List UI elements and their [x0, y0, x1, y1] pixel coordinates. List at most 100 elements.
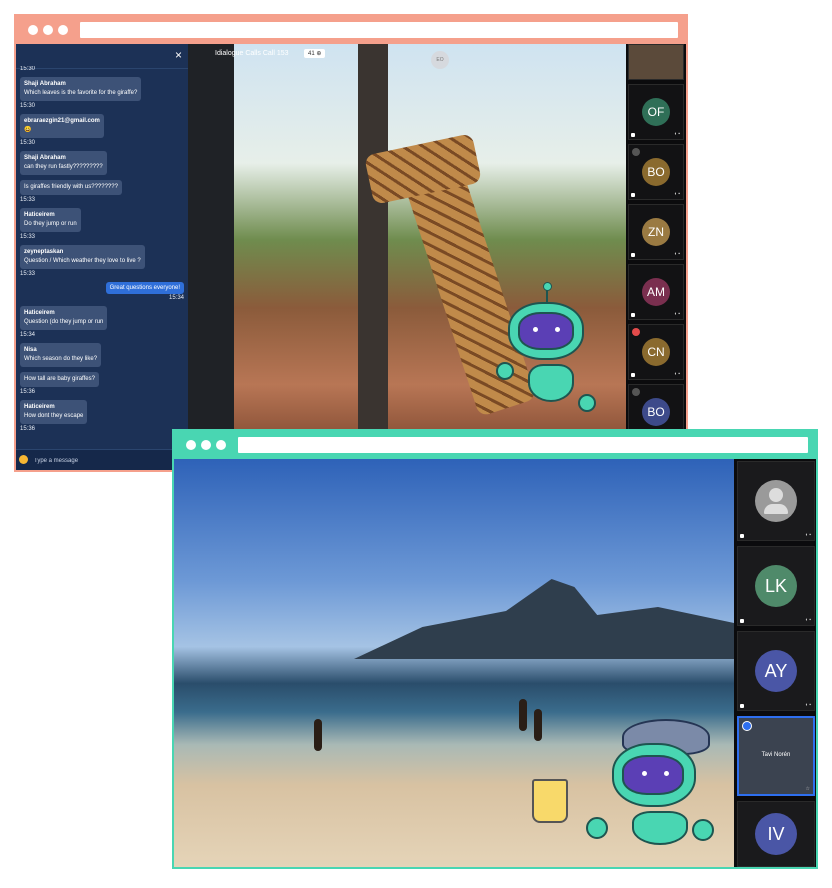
message-time: 15:33: [20, 234, 36, 240]
robot-eye: [642, 771, 647, 776]
participant-avatar: ZN: [642, 218, 670, 246]
window-dot-icon[interactable]: [28, 25, 38, 35]
star-icon: ☆: [805, 786, 810, 792]
status-icon: [631, 133, 635, 137]
chat-message: ebraraezgin21@gmail.com 😀 15:30: [20, 111, 184, 146]
message-time: 15:34: [20, 332, 36, 338]
self-avatar[interactable]: EO: [431, 51, 449, 69]
status-icon: [631, 313, 635, 317]
participant-avatar: AM: [642, 278, 670, 306]
robot-hand: [578, 394, 596, 412]
default-user-icon: [755, 480, 797, 522]
camera-icon: [742, 721, 752, 731]
chat-message: Haticeirem Question (do they jump or run…: [20, 303, 184, 338]
window-controls[interactable]: [186, 440, 226, 450]
participant-count-badge[interactable]: 41 ⊕: [304, 49, 326, 58]
window-dot-icon[interactable]: [43, 25, 53, 35]
window-titlebar: [174, 431, 816, 459]
message-sender: Shaji Abraham: [24, 155, 66, 161]
status-icon: [631, 193, 635, 197]
status-icon: [631, 373, 635, 377]
mic-icon: [632, 388, 640, 396]
participant-tile[interactable]: OF ◖ ▪: [628, 84, 684, 140]
window-dot-icon[interactable]: [201, 440, 211, 450]
message-sender: Haticeirem: [24, 404, 55, 410]
status-icon: [740, 704, 744, 708]
beach-person: [534, 709, 542, 741]
chat-input-bar: [16, 449, 188, 470]
message-bubble: Shaji Abraham Which leaves is the favori…: [20, 77, 142, 101]
robot-hand: [496, 362, 514, 380]
emoji-icon[interactable]: [19, 455, 28, 464]
close-chat-icon[interactable]: ×: [175, 48, 182, 62]
robot-eye: [664, 771, 669, 776]
participant-tile[interactable]: LK ◖ ▪: [737, 546, 815, 626]
tile-controls-icon: ◖ ▪: [673, 311, 680, 317]
address-bar[interactable]: [80, 22, 678, 38]
mountain-silhouette: [354, 579, 734, 659]
window-dot-icon[interactable]: [186, 440, 196, 450]
robot-body: [632, 811, 688, 845]
participant-strip: OF ◖ ▪ BO ◖ ▪ ZN ◖ ▪ AM ◖ ▪ CN ◖ ▪ BO: [626, 44, 686, 470]
status-icon: [740, 619, 744, 623]
window-controls[interactable]: [28, 25, 68, 35]
message-sender: Haticeirem: [24, 310, 55, 316]
chat-message: Shaji Abraham can they run fastly???????…: [20, 148, 184, 177]
participant-avatar: CN: [642, 338, 670, 366]
message-bubble: ebraraezgin21@gmail.com 😀: [20, 114, 104, 138]
participant-tile[interactable]: AM ◖ ▪: [628, 264, 684, 320]
video-pillar: [188, 44, 234, 470]
tile-controls-icon: ◖ ▪: [673, 371, 680, 377]
my-chat-message: Great questions everyone! 15:34: [20, 279, 184, 301]
message-time: 15:33: [20, 271, 36, 277]
message-bubble: Haticeirem How dont they escape: [20, 400, 88, 424]
address-bar[interactable]: [238, 437, 808, 453]
robot-mascot: [584, 719, 724, 859]
message-time: 15:33: [20, 197, 36, 203]
message-text: How dont they escape: [24, 413, 84, 419]
message-sender: Shaji Abraham: [24, 81, 66, 87]
chat-message: Nisa Which season do they like?: [20, 340, 184, 369]
message-text: 😀: [24, 127, 32, 133]
message-time: 15:30: [20, 66, 36, 72]
chat-message-list: 15:30 Shaji Abraham Which leaves is the …: [16, 66, 188, 450]
participant-tile[interactable]: BO ◖ ▪: [628, 144, 684, 200]
participant-tile[interactable]: IV: [737, 801, 815, 867]
window-titlebar: [16, 16, 686, 44]
message-text: Is giraffes friendly with us????????: [24, 184, 118, 190]
status-icon: [740, 534, 744, 538]
chat-message: Haticeirem Do they jump or run 15:33: [20, 205, 184, 240]
window-dot-icon[interactable]: [216, 440, 226, 450]
participant-tile[interactable]: AY ◖ ▪: [737, 631, 815, 711]
message-text: Question / Which weather they love to li…: [24, 258, 141, 264]
window-dot-icon[interactable]: [58, 25, 68, 35]
message-time: 15:30: [20, 103, 36, 109]
status-icon: [631, 253, 635, 257]
robot-hand: [692, 819, 714, 841]
participant-avatar: AY: [755, 650, 797, 692]
message-bubble: Is giraffes friendly with us????????: [20, 180, 122, 195]
participant-avatar: BO: [642, 158, 670, 186]
chat-message-input[interactable]: [32, 454, 176, 468]
message-sender: ebraraezgin21@gmail.com: [24, 118, 100, 124]
tile-controls-icon: ◖ ▪: [804, 702, 811, 708]
participant-tile[interactable]: [628, 44, 684, 80]
participant-tile[interactable]: ◖ ▪: [737, 461, 815, 541]
video-pillar: [358, 44, 388, 470]
message-time: 15:34: [168, 295, 184, 301]
message-sender: zeyneptaskan: [24, 249, 64, 255]
beach-person: [314, 719, 322, 751]
call-title: Idialogue Calls Call 153: [215, 50, 289, 57]
robot-antenna-ball: [543, 282, 552, 291]
participant-tile[interactable]: CN ◖ ▪: [628, 324, 684, 380]
message-time: 15:36: [20, 389, 36, 395]
message-text: Question (do they jump or run: [24, 319, 104, 325]
chat-message: zeyneptaskan Question / Which weather th…: [20, 242, 184, 277]
participant-tile[interactable]: ZN ◖ ▪: [628, 204, 684, 260]
message-text: Which leaves is the favorite for the gir…: [24, 90, 138, 96]
message-time: 15:36: [20, 426, 36, 432]
participant-avatar: OF: [642, 98, 670, 126]
robot-visor: [622, 755, 684, 795]
message-sender: Nisa: [24, 347, 37, 353]
participant-tile-active[interactable]: Tavi Norén ☆: [737, 716, 815, 796]
